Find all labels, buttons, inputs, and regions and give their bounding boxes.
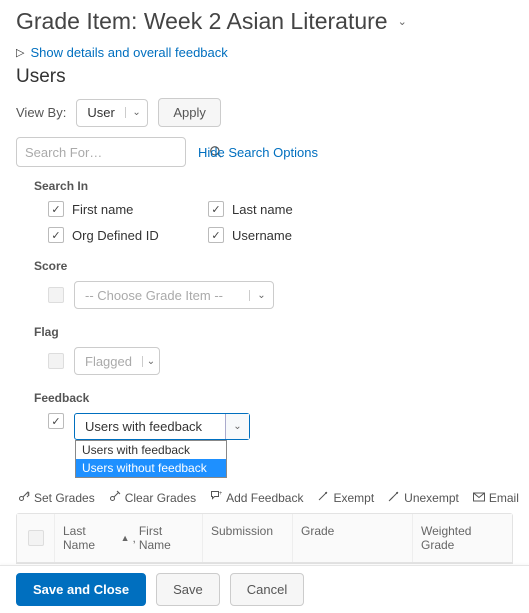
add-feedback-button[interactable]: + Add Feedback bbox=[210, 490, 303, 505]
last-name-label: Last name bbox=[232, 202, 293, 217]
title-dropdown-icon[interactable]: ⌄ bbox=[398, 15, 407, 28]
score-placeholder: -- Choose Grade Item -- bbox=[75, 284, 249, 307]
clear-grades-label: Clear Grades bbox=[125, 491, 196, 505]
search-in-title: Search In bbox=[34, 179, 513, 193]
footer-bar: Save and Close Save Cancel bbox=[0, 565, 529, 613]
unexempt-icon bbox=[388, 490, 400, 505]
checkbox-first-name[interactable]: ✓ bbox=[48, 201, 64, 217]
show-details-link[interactable]: Show details and overall feedback bbox=[30, 45, 227, 60]
grades-table: Last Name ▲ , First Name Submission Grad… bbox=[16, 513, 513, 564]
exempt-icon bbox=[317, 490, 329, 505]
clear-grades-button[interactable]: Clear Grades bbox=[109, 490, 196, 505]
viewby-select[interactable]: User ⌄ bbox=[76, 99, 148, 127]
email-icon bbox=[473, 491, 485, 505]
save-button[interactable]: Save bbox=[156, 573, 220, 606]
search-box[interactable] bbox=[16, 137, 186, 167]
exempt-button[interactable]: Exempt bbox=[317, 490, 374, 505]
set-grades-label: Set Grades bbox=[34, 491, 95, 505]
save-and-close-button[interactable]: Save and Close bbox=[16, 573, 146, 606]
feedback-selected-value: Users with feedback bbox=[75, 414, 249, 439]
feedback-title: Feedback bbox=[34, 391, 513, 405]
search-input[interactable] bbox=[17, 145, 209, 160]
feedback-option-with[interactable]: Users with feedback bbox=[76, 441, 226, 459]
viewby-value: User bbox=[77, 101, 124, 124]
unexempt-button[interactable]: Unexempt bbox=[388, 490, 459, 505]
col-weighted-grade[interactable]: Weighted Grade bbox=[413, 514, 512, 562]
score-title: Score bbox=[34, 259, 513, 273]
svg-text:+: + bbox=[219, 491, 222, 497]
flag-select[interactable]: Flagged ⌄ bbox=[74, 347, 160, 375]
page-title: Grade Item: Week 2 Asian Literature bbox=[16, 8, 388, 35]
flag-title: Flag bbox=[34, 325, 513, 339]
checkbox-last-name[interactable]: ✓ bbox=[208, 201, 224, 217]
feedback-add-icon: + bbox=[210, 490, 222, 505]
checkbox-flag[interactable] bbox=[48, 353, 64, 369]
table-header: Last Name ▲ , First Name Submission Grad… bbox=[17, 514, 512, 563]
cancel-button[interactable]: Cancel bbox=[230, 573, 304, 606]
username-label: Username bbox=[232, 228, 292, 243]
expand-icon: ▷ bbox=[16, 46, 24, 59]
unexempt-label: Unexempt bbox=[404, 491, 459, 505]
col-name[interactable]: Last Name ▲ , First Name bbox=[55, 514, 203, 562]
checkbox-username[interactable]: ✓ bbox=[208, 227, 224, 243]
col-first-name-label: First Name bbox=[139, 524, 194, 552]
feedback-option-without[interactable]: Users without feedback bbox=[76, 459, 226, 477]
show-details-toggle[interactable]: ▷ Show details and overall feedback bbox=[16, 45, 513, 60]
flag-placeholder: Flagged bbox=[75, 350, 142, 373]
feedback-select[interactable]: Users with feedback ⌄ Users with feedbac… bbox=[74, 413, 250, 440]
viewby-label: View By: bbox=[16, 105, 66, 120]
email-button[interactable]: Email bbox=[473, 491, 519, 505]
score-select[interactable]: -- Choose Grade Item -- ⌄ bbox=[74, 281, 274, 309]
set-grades-button[interactable]: Set Grades bbox=[18, 490, 95, 505]
select-all-checkbox[interactable] bbox=[28, 530, 44, 546]
hide-search-options-link[interactable]: Hide Search Options bbox=[198, 145, 318, 160]
chevron-down-icon: ⌄ bbox=[249, 290, 273, 301]
sort-asc-icon: ▲ bbox=[121, 533, 130, 543]
col-last-name-label: Last Name bbox=[63, 524, 118, 552]
org-id-label: Org Defined ID bbox=[72, 228, 159, 243]
key-clear-icon bbox=[109, 490, 121, 505]
feedback-dropdown: Users with feedback Users without feedba… bbox=[75, 440, 227, 478]
apply-button[interactable]: Apply bbox=[158, 98, 221, 127]
checkbox-org-id[interactable]: ✓ bbox=[48, 227, 64, 243]
checkbox-feedback[interactable]: ✓ bbox=[48, 413, 64, 429]
exempt-label: Exempt bbox=[333, 491, 374, 505]
key-icon bbox=[18, 490, 30, 505]
checkbox-score[interactable] bbox=[48, 287, 64, 303]
users-heading: Users bbox=[16, 66, 513, 88]
chevron-down-icon: ⌄ bbox=[125, 107, 148, 118]
col-submission[interactable]: Submission bbox=[203, 514, 293, 562]
col-grade[interactable]: Grade bbox=[293, 514, 413, 562]
chevron-down-icon: ⌄ bbox=[225, 414, 249, 439]
chevron-down-icon: ⌄ bbox=[142, 356, 159, 367]
first-name-label: First name bbox=[72, 202, 133, 217]
add-feedback-label: Add Feedback bbox=[226, 491, 303, 505]
email-label: Email bbox=[489, 491, 519, 505]
